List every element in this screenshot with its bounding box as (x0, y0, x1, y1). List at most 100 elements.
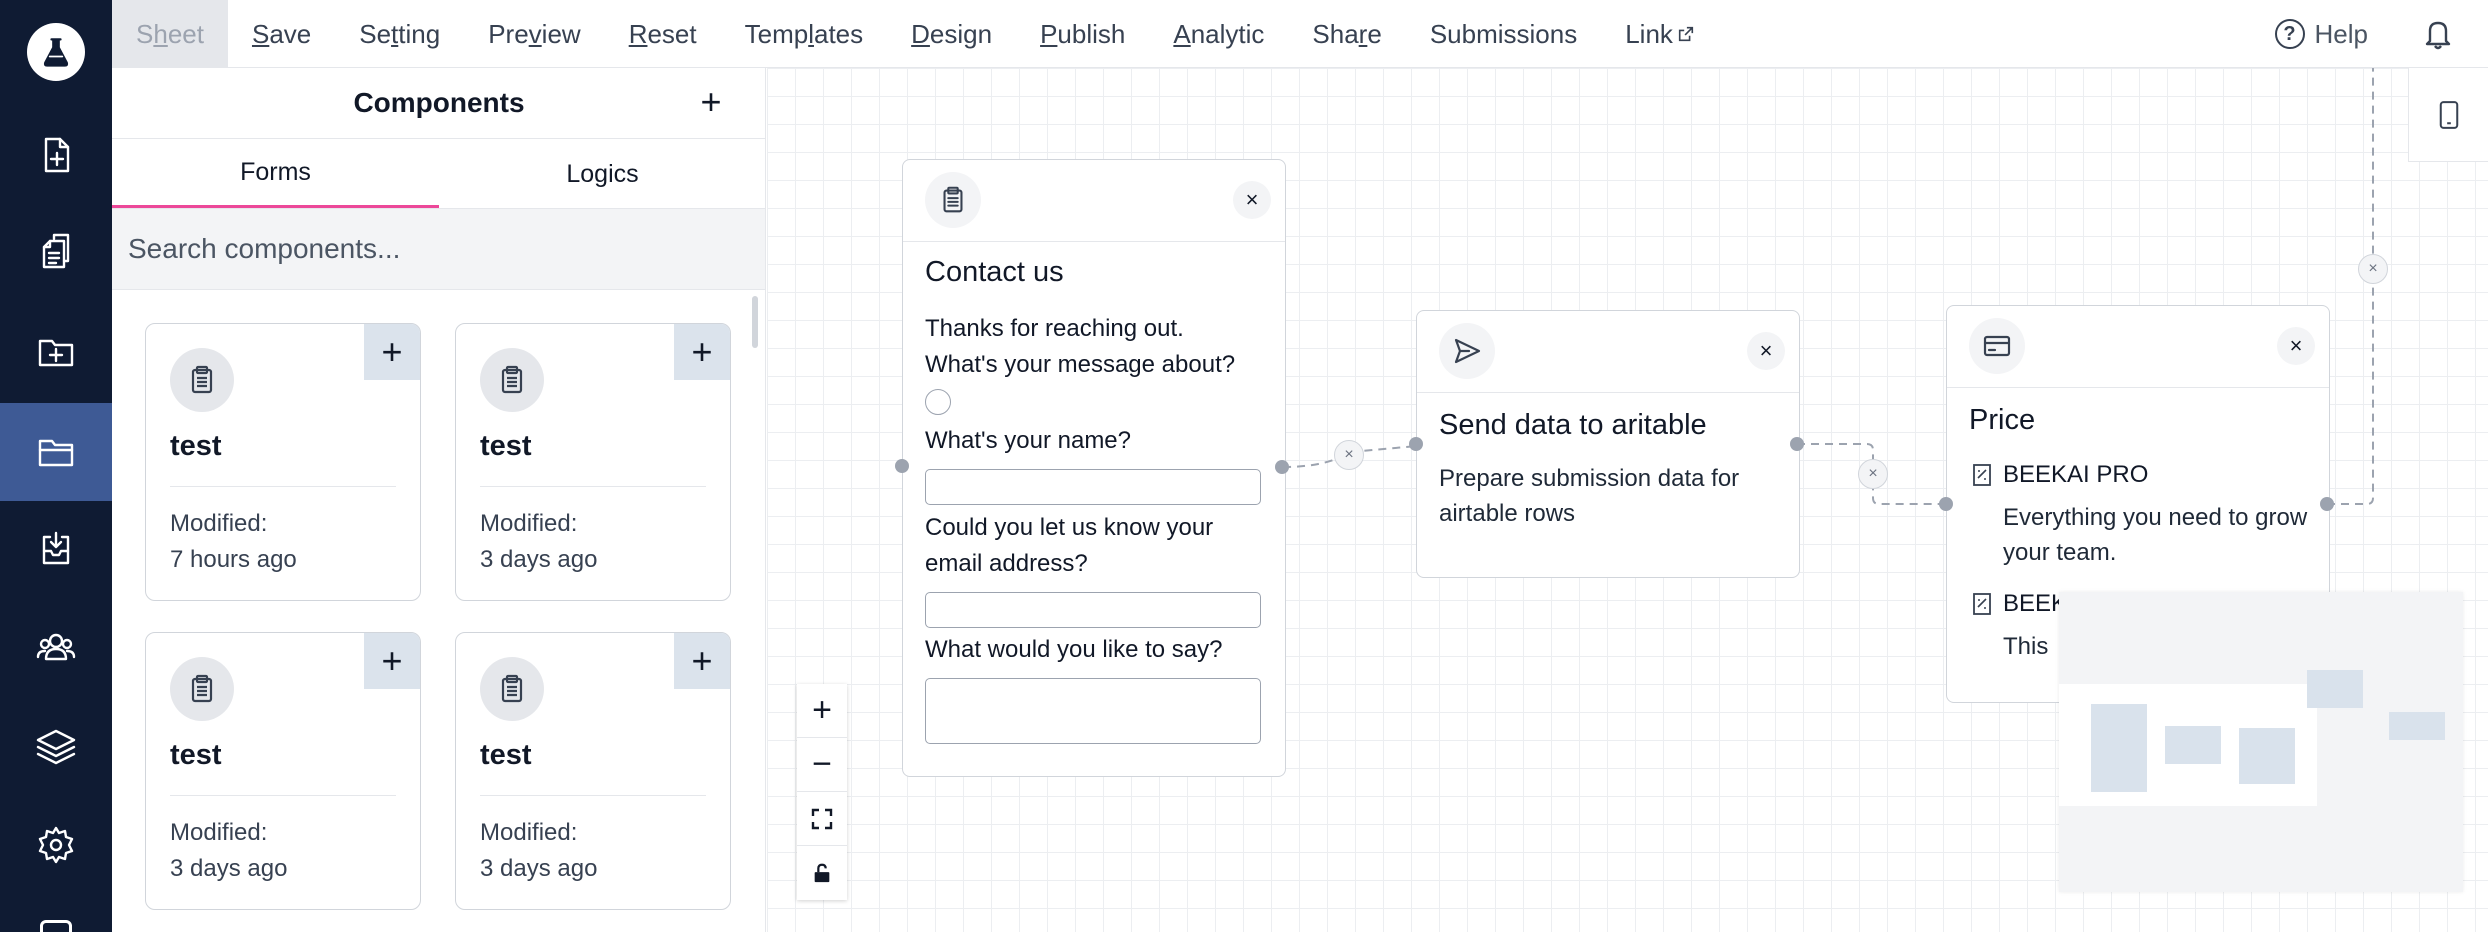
node-header: × (903, 160, 1285, 242)
new-folder-button[interactable] (0, 302, 112, 400)
add-to-form-button[interactable]: + (674, 324, 730, 380)
remove-edge-button[interactable]: × (1334, 440, 1364, 470)
menu-design[interactable]: Design (887, 0, 1016, 68)
question-label: What would you like to say? (925, 636, 1223, 663)
bell-icon[interactable] (2418, 14, 2458, 54)
menu-submissions[interactable]: Submissions (1406, 0, 1601, 68)
lock-button[interactable] (797, 846, 847, 900)
card-modified: Modified: 3 days ago (170, 819, 288, 882)
scrollbar-thumb[interactable] (752, 296, 758, 348)
folder-plus-icon (38, 339, 74, 367)
card-name: test (170, 739, 222, 771)
fit-view-button[interactable] (797, 792, 847, 846)
message-textarea[interactable] (925, 678, 1261, 744)
card-name: test (480, 739, 532, 771)
node-output-handle[interactable] (1790, 437, 1804, 451)
menu-link[interactable]: Link (1601, 0, 1719, 68)
node-output-handle[interactable] (2320, 497, 2334, 511)
contact-us-node[interactable]: × Contact us Thanks for reaching out. Wh… (902, 159, 1286, 777)
node-input-handle[interactable] (1939, 497, 1953, 511)
radio-option[interactable] (925, 389, 951, 415)
help-button[interactable]: ? Help (2274, 19, 2368, 50)
minimap-node (2239, 728, 2295, 784)
sidebar-rail (0, 0, 112, 932)
menu-save[interactable]: Save (228, 0, 335, 68)
settings-button[interactable] (0, 796, 112, 894)
mobile-preview-button[interactable] (2408, 68, 2488, 162)
node-header: × (1947, 306, 2329, 388)
external-link-icon (1678, 26, 1694, 42)
node-header: × (1417, 311, 1799, 393)
receipt-icon (1973, 464, 1991, 486)
main-menu: Sh eet Save Se t ting Pre v iew Reset Temp l at… (112, 0, 1719, 68)
clipboard-icon (170, 348, 234, 412)
tab-forms[interactable]: Forms (112, 139, 439, 209)
add-component-button[interactable]: + (691, 81, 731, 122)
folder-button[interactable] (0, 403, 112, 501)
tab-logics[interactable]: Logics (439, 139, 765, 209)
menu-setting[interactable]: Se t ting (335, 0, 464, 68)
users-icon (36, 633, 76, 661)
close-node-button[interactable]: × (1747, 332, 1785, 370)
airtable-node[interactable]: × Send data to aritable Prepare submissi… (1416, 310, 1800, 578)
clipboard-icon (170, 657, 234, 721)
card-name: test (170, 430, 222, 462)
zoom-out-button[interactable]: − (797, 738, 847, 792)
add-to-form-button[interactable]: + (674, 633, 730, 689)
flow-canvas[interactable]: × × × × Contact us Thanks for reaching o… (767, 68, 2488, 932)
price-item-description: This (2003, 633, 2049, 660)
node-output-handle[interactable] (1275, 460, 1289, 474)
card-modified: Modified: 3 days ago (480, 510, 598, 573)
layers-button[interactable] (0, 698, 112, 796)
component-card[interactable]: + test Modified: 7 hours ago (145, 323, 421, 601)
menu-analytic[interactable]: Analytic (1149, 0, 1288, 68)
menu-publish[interactable]: Publish (1016, 0, 1149, 68)
menu-sheet[interactable]: Sh eet (112, 0, 228, 68)
folder-icon (38, 439, 74, 467)
question-label: Could you let us know your email address… (925, 514, 1214, 577)
minimap[interactable] (2059, 592, 2463, 892)
add-to-form-button[interactable]: + (364, 324, 420, 380)
remove-edge-button[interactable]: × (2358, 254, 2388, 284)
card-divider (480, 795, 706, 796)
top-right-actions: ? Help (2274, 0, 2488, 68)
zoom-in-button[interactable]: + (797, 684, 847, 738)
inbox-icon (42, 531, 70, 565)
copy-icon (42, 233, 70, 269)
node-description: Prepare submission data for airtable row… (1439, 465, 1740, 527)
menu-reset[interactable]: Reset (605, 0, 721, 68)
component-card[interactable]: + test Modified: 3 days ago (455, 323, 731, 601)
send-icon (1439, 323, 1495, 379)
close-node-button[interactable]: × (2277, 327, 2315, 365)
menu-templates[interactable]: Temp l ates (721, 0, 888, 68)
components-panel: Components + Forms Logics + test Modifie… (112, 68, 766, 932)
node-input-handle[interactable] (1409, 437, 1423, 451)
component-card[interactable]: + test Modified: 3 days ago (145, 632, 421, 910)
name-field[interactable] (925, 469, 1261, 505)
gear-icon (38, 826, 74, 864)
copy-button[interactable] (0, 204, 112, 302)
minimap-node (2389, 712, 2445, 740)
menu-preview[interactable]: Pre v iew (464, 0, 604, 68)
flask-logo-icon[interactable] (27, 23, 85, 81)
new-file-button[interactable] (0, 106, 112, 204)
email-field[interactable] (925, 592, 1261, 628)
search-components-input[interactable] (112, 208, 765, 290)
users-button[interactable] (0, 598, 112, 696)
price-item-name: BEEK (2003, 590, 2068, 617)
card-modified: Modified: 7 hours ago (170, 510, 297, 573)
menu-share[interactable]: Sha r e (1288, 0, 1405, 68)
panel-tabs: Forms Logics (112, 138, 765, 209)
close-node-button[interactable]: × (1233, 181, 1271, 219)
panel-title: Components (353, 87, 525, 118)
add-to-form-button[interactable]: + (364, 633, 420, 689)
layers-icon (36, 729, 76, 765)
card-divider (170, 795, 396, 796)
component-card[interactable]: + test Modified: 3 days ago (455, 632, 731, 910)
node-input-handle[interactable] (895, 459, 909, 473)
question-label: What's your name? (925, 427, 1132, 454)
remove-edge-button[interactable]: × (1858, 459, 1888, 489)
clipboard-icon (925, 172, 981, 228)
inbox-button[interactable] (0, 500, 112, 598)
more-icon[interactable] (40, 920, 72, 932)
